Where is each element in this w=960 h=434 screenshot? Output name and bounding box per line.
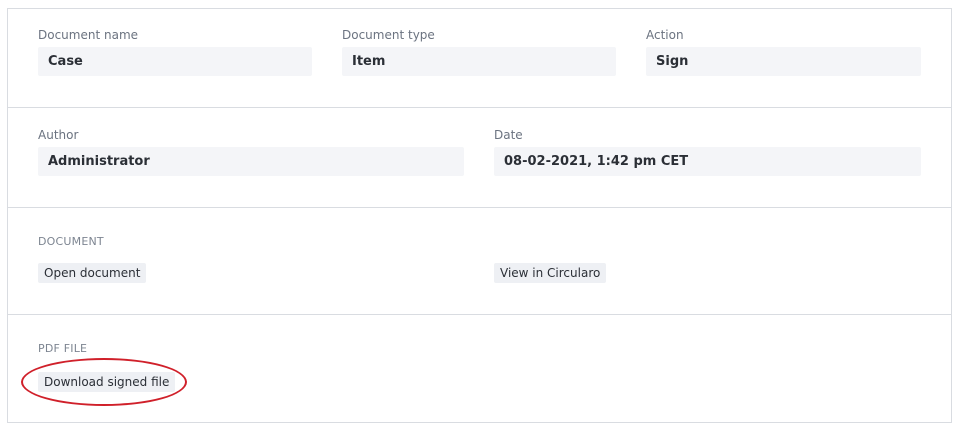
document-section-title: DOCUMENT [38,235,104,248]
open-document-button[interactable]: Open document [38,263,147,283]
document-type-label: Document type [342,28,435,42]
document-details-card: Document name Case Document type Item Ac… [7,8,952,423]
action-value: Sign [646,47,921,76]
author-value: Administrator [38,147,464,176]
author-date-row: Author Administrator Date 08-02-2021, 1:… [8,108,951,208]
action-label: Action [646,28,684,42]
date-value: 08-02-2021, 1:42 pm CET [494,147,921,176]
download-signed-file-button[interactable]: Download signed file [38,372,176,392]
pdf-file-section-title: PDF FILE [38,342,88,355]
date-label: Date [494,128,523,142]
document-type-value: Item [342,47,616,76]
author-label: Author [38,128,79,142]
document-name-value: Case [38,47,312,76]
view-in-circularo-button[interactable]: View in Circularo [494,263,607,283]
document-section: DOCUMENT Open document View in Circularo [8,208,951,315]
document-name-label: Document name [38,28,139,42]
pdf-file-section: PDF FILE Download signed file [8,315,951,423]
document-info-row: Document name Case Document type Item Ac… [8,9,951,108]
